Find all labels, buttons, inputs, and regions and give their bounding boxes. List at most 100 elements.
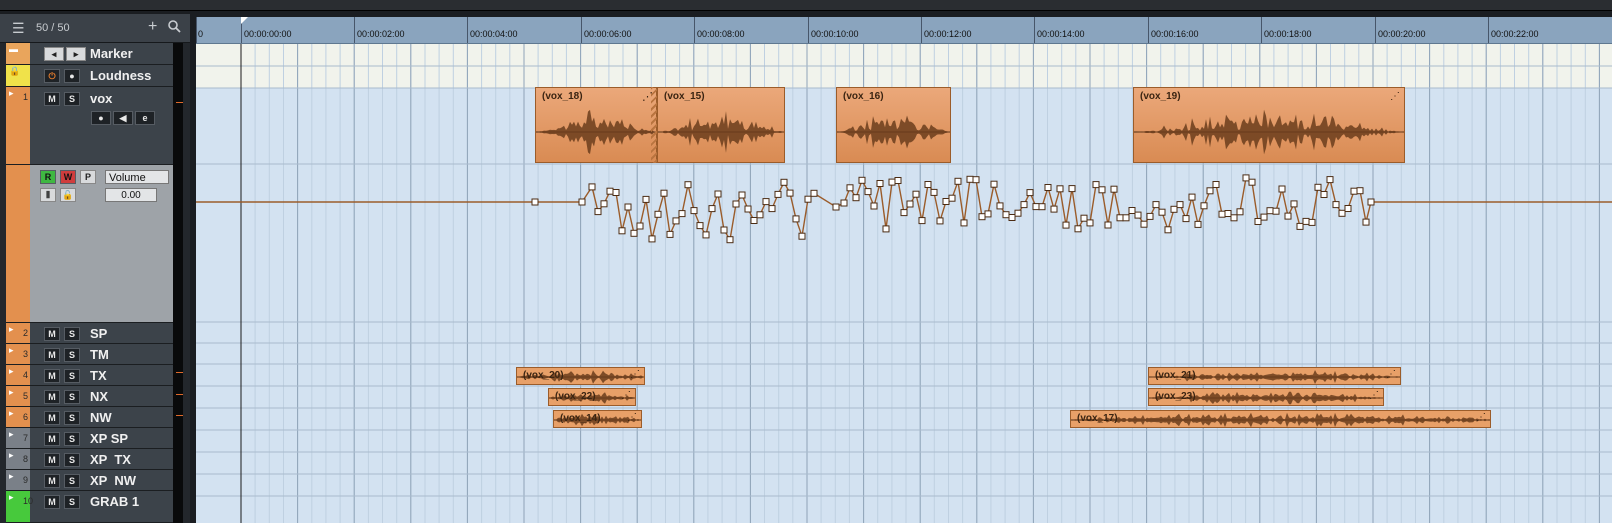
solo-button[interactable]: S	[64, 92, 80, 106]
expand-icon[interactable]: ▸	[9, 429, 14, 440]
mute-button[interactable]: M	[44, 453, 60, 467]
automation-point	[624, 203, 632, 211]
event-fade-handle-icon[interactable]: ⋰	[621, 390, 631, 401]
ruler-label: 00:00:16:00	[1151, 29, 1199, 39]
track-loudness[interactable]: 🔒 ⏻ ● Loudness	[6, 65, 176, 87]
audio-event-vox-15[interactable]: (vox_15)	[657, 87, 785, 163]
track-sp[interactable]: ▸ 2 M S SP	[6, 323, 176, 344]
solo-button[interactable]: S	[64, 432, 80, 446]
left-locator-marker[interactable]	[241, 17, 248, 24]
read-automation-button[interactable]: R	[40, 170, 56, 184]
audio-event-vox-16[interactable]: (vox_16)	[836, 87, 951, 163]
automation-point	[1146, 212, 1154, 220]
mute-button[interactable]: M	[44, 390, 60, 404]
expand-icon[interactable]: ▸	[9, 345, 14, 356]
audio-event-vox-14[interactable]: (vox_14) ⋰	[553, 410, 642, 428]
track-nx[interactable]: ▸ 5 M S NX	[6, 386, 176, 407]
event-fade-handle-icon[interactable]: ⋰	[630, 369, 640, 380]
track-xp-nw[interactable]: ▸ 9 M S XP NW	[6, 470, 176, 491]
automation-point	[906, 200, 914, 208]
track-xp-tx[interactable]: ▸ 8 M S XP TX	[6, 449, 176, 470]
automation-point	[630, 229, 638, 237]
level-meter-peak	[176, 415, 183, 416]
mute-button[interactable]: M	[44, 411, 60, 425]
expand-icon[interactable]: ▸	[9, 471, 14, 482]
solo-button[interactable]: S	[64, 348, 80, 362]
expand-icon[interactable]: ▸	[9, 492, 14, 503]
arrange-window[interactable]: (vox_18) (vox_15) ⋰ (vox_16) (vox_19) ⋰ …	[196, 44, 1612, 523]
track-marker[interactable]: ▬ ◂ ▸ Marker	[6, 43, 176, 65]
power-button[interactable]: ⏻	[44, 69, 60, 83]
solo-button[interactable]: S	[64, 453, 80, 467]
solo-button[interactable]: S	[64, 390, 80, 404]
solo-button[interactable]: S	[64, 474, 80, 488]
audio-event-vox-21[interactable]: (vox_21) ⋰	[1148, 367, 1401, 385]
timeline-ruler[interactable]: 0 00:00:00:00 00:00:02:00 00:00:04:00 00…	[196, 17, 1612, 44]
mute-button[interactable]: M	[44, 348, 60, 362]
automation-point	[1302, 217, 1310, 225]
automation-point	[1350, 187, 1358, 195]
search-icon[interactable]	[168, 20, 181, 35]
mute-button[interactable]: M	[44, 369, 60, 383]
track-nw[interactable]: ▸ 6 M S NW	[6, 407, 176, 428]
list-icon[interactable]: ☰	[12, 21, 25, 35]
audio-event-vox-22[interactable]: (vox_22) ⋰	[548, 388, 636, 406]
track-vox[interactable]: ▸ 1 M S vox ● ◀ e	[6, 87, 176, 165]
record-button[interactable]: ●	[64, 69, 80, 83]
automation-point	[1332, 201, 1340, 209]
event-fade-handle-icon[interactable]: ⋰	[627, 412, 637, 423]
audio-event-vox-20[interactable]: (vox_20) ⋰	[516, 367, 645, 385]
ruler-tick	[196, 17, 197, 43]
expand-icon[interactable]: ▸	[9, 88, 14, 99]
expand-icon[interactable]: ▸	[9, 408, 14, 419]
automation-parameter-select[interactable]: Volume	[105, 170, 169, 184]
mute-button[interactable]: M	[44, 432, 60, 446]
track-grab-1[interactable]: ▸ 10 M S GRAB 1	[6, 491, 176, 523]
audio-event-vox-19[interactable]: (vox_19) ⋰	[1133, 87, 1405, 163]
solo-button[interactable]: S	[64, 369, 80, 383]
record-enable-button[interactable]: ●	[91, 111, 111, 125]
track-tx[interactable]: ▸ 4 M S TX	[6, 365, 176, 386]
event-fade-handle-icon[interactable]: ⋰	[1476, 412, 1486, 423]
event-fade-handle-icon[interactable]: ⋰	[642, 90, 653, 103]
audio-event-vox-23[interactable]: (vox_23) ⋰	[1148, 388, 1384, 406]
track-tm[interactable]: ▸ 3 M S TM	[6, 344, 176, 365]
event-fade-handle-icon[interactable]: ⋰	[1390, 91, 1400, 102]
show-lanes-button[interactable]: ⫴	[40, 188, 56, 202]
automation-point	[678, 210, 686, 218]
mute-button[interactable]: M	[44, 474, 60, 488]
automation-lane-volume[interactable]: R W P Volume ⫴ 🔓 0.00	[6, 165, 176, 323]
event-fade-handle-icon[interactable]: ⋰	[1386, 369, 1396, 380]
ruler-label: 0	[198, 29, 204, 39]
edit-button[interactable]: e	[135, 111, 155, 125]
expand-icon[interactable]: ▸	[9, 387, 14, 398]
plus-icon[interactable]: +	[148, 19, 157, 35]
marker-prev-button[interactable]: ◂	[44, 47, 64, 61]
mute-button[interactable]: M	[44, 327, 60, 341]
level-meter-peak	[176, 102, 183, 103]
expand-icon[interactable]: ▸	[9, 324, 14, 335]
automation-point	[1086, 219, 1094, 227]
mute-button[interactable]: M	[44, 495, 60, 509]
solo-button[interactable]: S	[64, 495, 80, 509]
write-automation-button[interactable]: W	[60, 170, 76, 184]
volume-automation-curve[interactable]	[196, 154, 1612, 304]
marker-next-button[interactable]: ▸	[66, 47, 86, 61]
solo-button[interactable]: S	[64, 411, 80, 425]
expand-icon[interactable]: ▸	[9, 450, 14, 461]
automation-p-button[interactable]: P	[80, 170, 96, 184]
automation-point	[948, 194, 956, 202]
automation-point	[1170, 205, 1178, 213]
mute-button[interactable]: M	[44, 92, 60, 106]
monitor-button[interactable]: ◀	[113, 111, 133, 125]
solo-button[interactable]: S	[64, 327, 80, 341]
expand-icon[interactable]: ▸	[9, 366, 14, 377]
automation-lock-icon[interactable]: 🔓	[60, 188, 76, 202]
audio-event-vox-18[interactable]: (vox_18)	[535, 87, 657, 163]
automation-point	[726, 236, 734, 244]
event-fade-handle-icon[interactable]: ⋰	[1369, 390, 1379, 401]
automation-point	[1002, 211, 1010, 219]
audio-event-vox-17[interactable]: (vox_17) ⋰	[1070, 410, 1491, 428]
automation-value-field[interactable]: 0.00	[105, 188, 157, 202]
track-xp-sp[interactable]: ▸ 7 M S XP SP	[6, 428, 176, 449]
